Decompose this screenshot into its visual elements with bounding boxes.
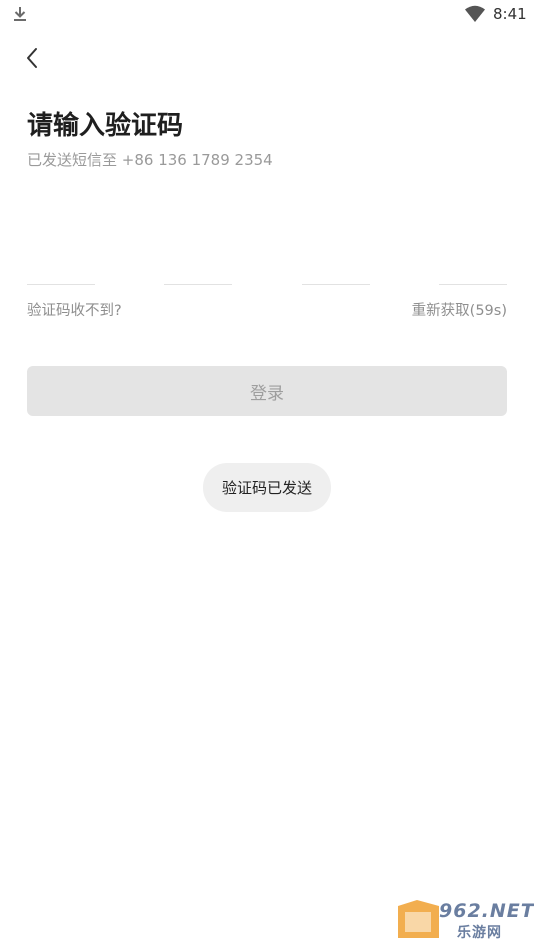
- page-title: 请输入验证码: [27, 111, 184, 141]
- resend-code-link[interactable]: 重新获取(59s): [412, 300, 507, 322]
- login-button[interactable]: 登录: [27, 366, 507, 416]
- sms-sent-subtitle: 已发送短信至 +86 136 1789 2354: [27, 151, 273, 169]
- code-not-received-link[interactable]: 验证码收不到?: [27, 300, 122, 322]
- wifi-icon: [465, 5, 485, 22]
- toast-text: 验证码已发送: [221, 479, 312, 497]
- site-watermark-logo: 962.NET 乐游网: [395, 898, 534, 944]
- watermark-name: 乐游网: [457, 925, 502, 941]
- status-bar: 8:41: [0, 0, 534, 28]
- status-time: 8:41: [493, 5, 527, 23]
- toast-message: 验证码已发送: [203, 463, 331, 512]
- code-input-3[interactable]: [302, 230, 370, 285]
- download-icon: [14, 7, 26, 21]
- login-button-label: 登录: [250, 383, 284, 404]
- chevron-left-icon: [27, 48, 37, 68]
- code-input-1[interactable]: [27, 230, 95, 285]
- code-input-4[interactable]: [439, 230, 507, 285]
- back-button[interactable]: [14, 40, 50, 76]
- code-input-2[interactable]: [164, 230, 232, 285]
- watermark-domain: 962.NET: [439, 900, 534, 922]
